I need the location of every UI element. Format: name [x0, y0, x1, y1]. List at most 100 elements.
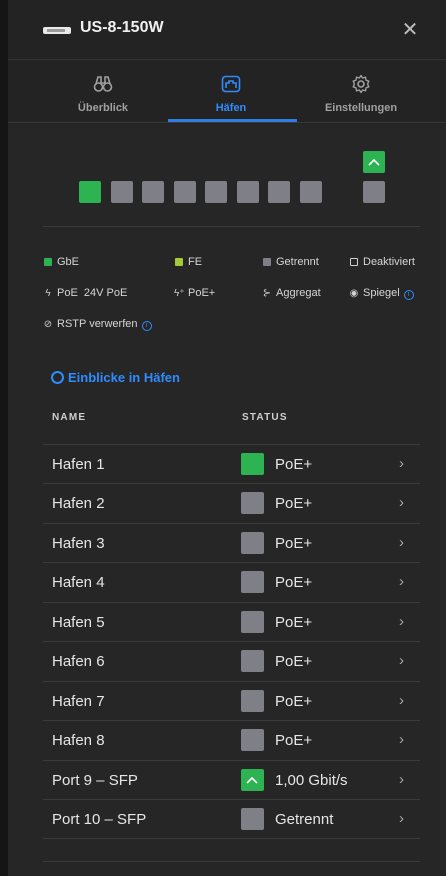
ports-content: GbE FE Getrennt Deaktiviert ϟ PoE 24V PoE…	[8, 124, 446, 876]
blocked-icon: ⊘	[43, 319, 53, 330]
port-status-text: PoE+	[275, 535, 313, 552]
port-4-square[interactable]	[174, 181, 196, 203]
legend-deaktiviert-label: Deaktiviert	[363, 256, 415, 268]
legend-getrennt: Getrennt	[263, 256, 319, 268]
deaktiviert-swatch	[350, 258, 358, 266]
aggregate-icon: ⊱	[262, 288, 272, 299]
table-row[interactable]: Hafen 5 PoE+ ›	[43, 602, 420, 641]
port-3-square[interactable]	[142, 181, 164, 203]
port-6-square[interactable]	[237, 181, 259, 203]
info-icon[interactable]: i	[141, 321, 152, 331]
port-1-square[interactable]	[79, 181, 101, 203]
chevron-right-icon: ›	[399, 810, 404, 827]
legend-getrennt-label: Getrennt	[276, 256, 319, 268]
tab-bar: Überblick Häfen Einstellungen	[8, 60, 446, 123]
chevron-right-icon: ›	[399, 573, 404, 590]
table-row[interactable]: Hafen 6 PoE+ ›	[43, 641, 420, 680]
device-title: US-8-150W	[80, 19, 164, 36]
port-9-sfp-square[interactable]	[363, 151, 385, 173]
gbe-swatch	[44, 258, 52, 266]
lightbulb-icon	[51, 371, 64, 384]
left-edge-strip	[0, 0, 8, 876]
column-header-name[interactable]: NAME	[52, 412, 86, 423]
port-10-sfp-square[interactable]	[363, 181, 385, 203]
legend-aggregat: ⊱ Aggregat	[262, 287, 321, 299]
port-status-indicator	[241, 532, 264, 554]
port-status-text: Getrennt	[275, 811, 334, 828]
port-name: Hafen 4	[52, 574, 105, 591]
legend-fe: FE	[175, 256, 202, 268]
port-status-text: PoE+	[275, 653, 313, 670]
chevron-right-icon: ›	[399, 534, 404, 551]
legend-spiegel-label: Spiegel	[363, 287, 400, 299]
port-5-square[interactable]	[205, 181, 227, 203]
lightning-plus-icon: ϟ⁺	[174, 288, 185, 299]
port-panel: US-8-150W ✕ Überblick Häfen Einstellunge…	[8, 0, 446, 876]
chevron-right-icon: ›	[399, 652, 404, 669]
port-name: Hafen 5	[52, 614, 105, 631]
chevron-right-icon: ›	[399, 494, 404, 511]
port-2-square[interactable]	[111, 181, 133, 203]
legend-poeplus-label: PoE+	[188, 287, 216, 299]
port-status-indicator	[241, 690, 264, 712]
port-insights-link[interactable]: Einblicke in Häfen	[51, 370, 180, 385]
table-row[interactable]: Hafen 2 PoE+ ›	[43, 483, 420, 522]
chevron-up-icon	[368, 158, 380, 166]
legend-poe: ϟ PoE 24V PoE	[43, 287, 127, 299]
table-row[interactable]: Hafen 7 PoE+ ›	[43, 681, 420, 720]
getrennt-swatch	[263, 258, 271, 266]
chevron-right-icon: ›	[399, 692, 404, 709]
port-name: Hafen 7	[52, 693, 105, 710]
active-tab-indicator	[168, 119, 297, 122]
port-name: Hafen 1	[52, 456, 105, 473]
port-7-square[interactable]	[268, 181, 290, 203]
port-insights-label: Einblicke in Häfen	[68, 370, 180, 385]
tab-ueberblick[interactable]: Überblick	[38, 60, 168, 123]
port-name: Hafen 8	[52, 732, 105, 749]
close-icon[interactable]: ✕	[400, 20, 420, 40]
table-row[interactable]: Port 9 – SFP 1,00 Gbit/s ›	[43, 760, 420, 799]
port-status-indicator	[241, 769, 264, 791]
port-name: Port 10 – SFP	[52, 811, 147, 828]
tab-haefen[interactable]: Häfen	[166, 60, 296, 123]
column-header-status[interactable]: STATUS	[242, 412, 288, 423]
tab-einstellungen[interactable]: Einstellungen	[296, 60, 426, 123]
port-status-indicator	[241, 453, 264, 475]
tab-einstellungen-label: Einstellungen	[324, 102, 398, 114]
port-8-square[interactable]	[300, 181, 322, 203]
chevron-right-icon: ›	[399, 613, 404, 630]
fe-swatch	[175, 258, 183, 266]
port-status-text: PoE+	[275, 614, 313, 631]
chevron-right-icon: ›	[399, 771, 404, 788]
table-row[interactable]: Hafen 3 PoE+ ›	[43, 523, 420, 562]
table-row-divider	[43, 838, 420, 839]
port-status-indicator	[241, 571, 264, 593]
table-row[interactable]: Port 10 – SFP Getrennt ›	[43, 799, 420, 838]
table-row[interactable]: Hafen 1 PoE+ ›	[43, 444, 420, 483]
port-status-indicator	[241, 729, 264, 751]
port-status-text: PoE+	[275, 495, 313, 512]
port-name: Hafen 3	[52, 535, 105, 552]
legend-fe-label: FE	[188, 256, 203, 268]
legend-gbe-label: GbE	[57, 256, 80, 268]
legend-poeplus: ϟ⁺ PoE+	[174, 287, 215, 299]
table-row[interactable]: Hafen 8 PoE+ ›	[43, 720, 420, 759]
port-name: Hafen 6	[52, 653, 105, 670]
port-name: Hafen 2	[52, 495, 105, 512]
table-bottom-divider	[43, 861, 420, 862]
legend-rstp: ⊘ RSTP verwerfen i	[43, 318, 152, 331]
tab-ueberblick-label: Überblick	[77, 102, 129, 114]
legend-spiegel: ◉ Spiegel i	[349, 287, 414, 300]
ports-icon	[221, 75, 241, 93]
tab-haefen-label: Häfen	[215, 102, 247, 114]
port-status-text: 1,00 Gbit/s	[275, 772, 348, 789]
port-status-indicator	[241, 492, 264, 514]
port-status-text: PoE+	[275, 732, 313, 749]
port-status-text: PoE+	[275, 574, 313, 591]
table-row[interactable]: Hafen 4 PoE+ ›	[43, 562, 420, 601]
chevron-right-icon: ›	[399, 455, 404, 472]
info-icon[interactable]: i	[403, 290, 414, 300]
legend-aggregat-label: Aggregat	[276, 287, 321, 299]
port-status-text: PoE+	[275, 693, 313, 710]
port-map-divider	[43, 226, 420, 227]
